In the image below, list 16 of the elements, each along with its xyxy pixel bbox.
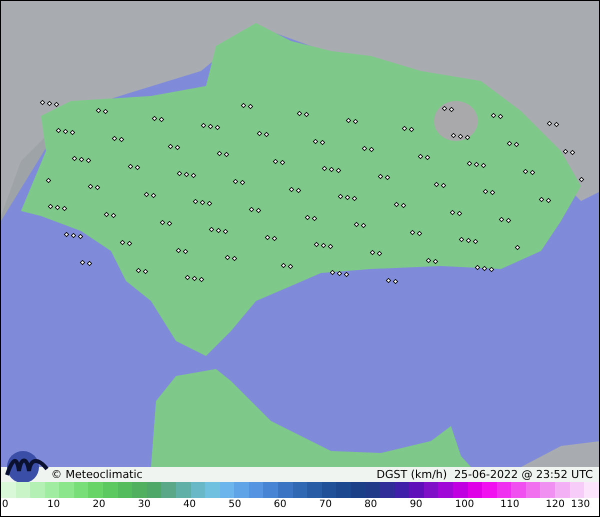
- scale-label: 10: [47, 499, 60, 510]
- scale-label: 20: [92, 499, 106, 510]
- map-caption: DGST (km/h) 25-06-2022 @ 23:52 UTC: [376, 468, 593, 481]
- scale-label: 0: [2, 499, 8, 510]
- scale-label: 120: [546, 499, 565, 510]
- scale-label: 130: [570, 499, 590, 510]
- scale-label: 50: [228, 499, 242, 510]
- copyright-text: © Meteoclimatic: [51, 468, 143, 481]
- scale-label: 30: [138, 499, 151, 510]
- scale-label: 100: [455, 499, 474, 510]
- scale-label: 90: [410, 499, 422, 510]
- scale-label: 80: [364, 499, 378, 510]
- scale-label: 110: [500, 499, 520, 510]
- scale-label: 40: [183, 499, 196, 510]
- scale-label: 70: [319, 499, 332, 510]
- scale-label: 60: [274, 499, 287, 510]
